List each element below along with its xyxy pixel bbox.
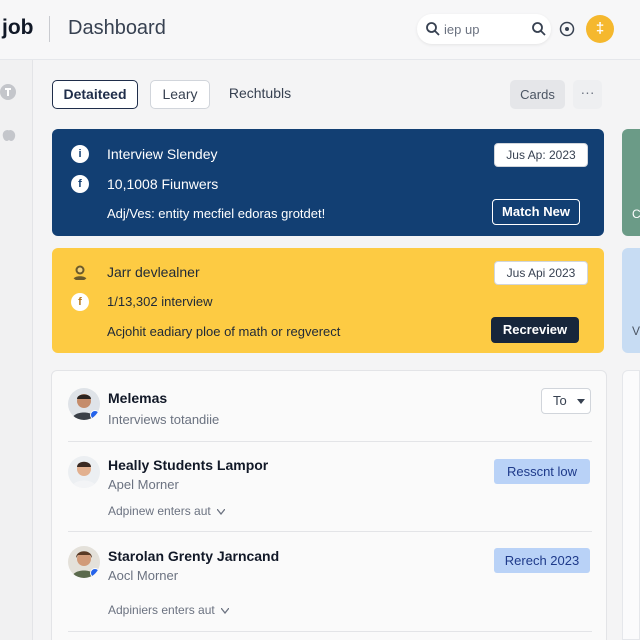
top-bar: job Dashboard ‡ <box>0 0 640 60</box>
date-badge: Jus Ap: 2023 <box>494 143 588 167</box>
candidate-list: Melemas Interviews totandiie To Heally S… <box>51 370 607 640</box>
avatar <box>68 546 100 578</box>
expand-toggle[interactable]: Adpiniers enters aut <box>108 603 230 617</box>
card-metric: 10,1008 Fiunwers <box>107 176 219 192</box>
match-new-button[interactable]: Match New <box>492 199 580 225</box>
info-icon: i <box>71 145 89 163</box>
sidebar-apple-icon[interactable] <box>0 126 18 144</box>
list-item[interactable]: Starolan Grenty Jarncand Aocl Morner Adp… <box>68 545 592 617</box>
cards-view-button[interactable]: Cards <box>510 80 565 109</box>
candidate-name: Heally Students Lampor <box>108 457 269 473</box>
expand-toggle[interactable]: Adpinew enters aut <box>108 504 226 518</box>
candidate-name: Starolan Grenty Jarncand <box>108 548 280 564</box>
sidebar <box>0 60 33 640</box>
date-badge: Jus Api 2023 <box>494 261 588 285</box>
status-badge[interactable]: Rerech 2023 <box>494 548 590 573</box>
avatar <box>68 456 100 488</box>
more-options-button[interactable]: ··· <box>573 80 602 109</box>
chevron-down-icon <box>216 508 226 516</box>
card-title: Interview Slendey <box>107 146 218 162</box>
avatar <box>68 388 100 420</box>
filter-select[interactable]: To <box>541 388 591 414</box>
candidate-subtitle: Apel Morner <box>108 477 179 492</box>
search-input[interactable] <box>444 20 526 38</box>
page-title: Dashboard <box>68 17 166 39</box>
interview-card-warning[interactable]: Jarr devlealner f 1/13,302 interview Acj… <box>52 248 604 353</box>
card-title: Jarr devlealner <box>107 264 200 280</box>
chevron-down-icon <box>577 399 585 404</box>
card-description: Acjohit eadiary ploe of math or regverec… <box>107 324 341 339</box>
app-logo[interactable]: job <box>2 16 34 40</box>
next-card-edge-green[interactable]: C <box>622 129 640 236</box>
facebook-icon: f <box>71 175 89 193</box>
logo-divider <box>49 16 50 42</box>
card-description: Adj/Ves: entity mecfiel edoras grotdet! <box>107 206 326 221</box>
list-item[interactable]: Melemas Interviews totandiie To <box>68 387 592 443</box>
recreview-button[interactable]: Recreview <box>491 317 579 343</box>
expand-label: Adpinew enters aut <box>108 504 211 518</box>
tab-leary[interactable]: Leary <box>150 80 210 109</box>
edge-hint-green: C <box>632 207 640 221</box>
user-avatar[interactable]: ‡ <box>586 15 614 43</box>
edge-hint-blue: V <box>632 324 640 338</box>
user-icon <box>73 265 87 280</box>
help-icon[interactable] <box>559 21 575 37</box>
facebook-icon: f <box>71 293 89 311</box>
filter-select-value: To <box>553 393 567 408</box>
next-card-edge-blue[interactable]: V <box>622 248 640 353</box>
interview-card-primary[interactable]: i Interview Slendey f 10,1008 Fiunwers A… <box>52 129 604 236</box>
chevron-down-icon <box>220 607 230 615</box>
row-divider <box>68 631 592 632</box>
row-divider <box>68 441 592 442</box>
list-item[interactable]: Heally Students Lampor Apel Morner Adpin… <box>68 455 592 525</box>
sidebar-home-icon[interactable] <box>0 83 18 101</box>
row-divider <box>68 531 592 532</box>
candidate-name: Melemas <box>108 390 168 406</box>
card-metric: 1/13,302 interview <box>107 294 213 309</box>
tab-detailed[interactable]: Detaiteed <box>52 80 138 109</box>
status-badge[interactable]: Resscnt low <box>494 459 590 484</box>
search-icon <box>426 22 440 36</box>
expand-label: Adpiniers enters aut <box>108 603 215 617</box>
tab-rechtubls[interactable]: Rechtubls <box>222 80 298 109</box>
search-box[interactable] <box>417 14 551 44</box>
candidate-subtitle: Aocl Morner <box>108 568 179 583</box>
side-panel-edge <box>622 370 640 640</box>
search-submit-icon[interactable] <box>531 21 547 37</box>
candidate-subtitle: Interviews totandiie <box>108 412 220 427</box>
